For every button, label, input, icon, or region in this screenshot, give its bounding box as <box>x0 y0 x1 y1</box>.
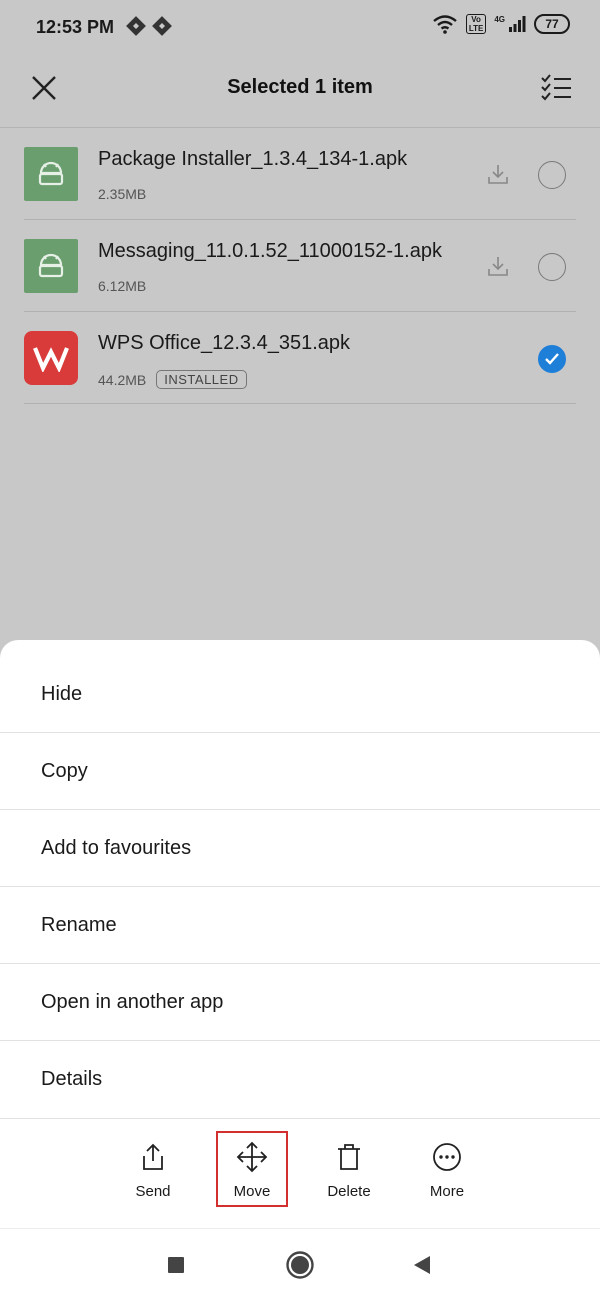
menu-item-add-to-favourites[interactable]: Add to favourites <box>0 810 600 887</box>
notification-icon <box>126 16 146 36</box>
status-badge: INSTALLED <box>156 370 247 389</box>
menu-item-label: Hide <box>41 683 83 705</box>
move-label: Move <box>233 1183 271 1200</box>
status-right-icons: Vo LTE 4G 77 <box>432 14 570 34</box>
checklist-icon <box>541 74 571 101</box>
status-bar: 12:53 PM Vo LTE 4G 77 <box>0 0 600 56</box>
home-button[interactable] <box>284 1249 316 1281</box>
install-button[interactable] <box>484 252 512 280</box>
back-button[interactable] <box>406 1249 438 1281</box>
send-label: Send <box>135 1183 171 1200</box>
file-name: Package Installer_1.3.4_134-1.apk <box>98 148 408 170</box>
file-meta: 6.12MB <box>98 278 146 294</box>
android-icon <box>24 147 78 201</box>
circle-icon <box>286 1251 314 1279</box>
menu-item-rename[interactable]: Rename <box>0 887 600 964</box>
recents-button[interactable] <box>160 1249 192 1281</box>
move-icon <box>236 1141 268 1173</box>
file-name: Messaging_11.0.1.52_11000152-1.apk <box>98 240 442 262</box>
share-icon <box>143 1143 163 1170</box>
menu-item-label: Open in another app <box>41 991 224 1013</box>
file-size: 2.35MB <box>98 186 147 202</box>
wps-office-icon <box>24 331 78 385</box>
signal-icon <box>509 16 526 32</box>
menu-item-details[interactable]: Details <box>0 1041 600 1118</box>
battery-level: 77 <box>545 17 559 31</box>
menu-item-label: Add to favourites <box>41 837 192 859</box>
row-divider <box>24 403 576 404</box>
delete-label: Delete <box>327 1183 371 1200</box>
menu-item-label: Copy <box>41 760 88 782</box>
network-type: 4G <box>494 15 505 24</box>
more-button[interactable]: More <box>412 1139 482 1200</box>
menu-item-copy[interactable]: Copy <box>0 733 600 810</box>
list-item[interactable]: Messaging_11.0.1.52_11000152-1.apk 6.12M… <box>0 220 600 312</box>
status-notification-icons <box>126 16 172 36</box>
move-button[interactable]: Move <box>217 1139 287 1200</box>
select-checkbox[interactable] <box>538 253 566 281</box>
notification-icon <box>152 16 172 36</box>
checkmark-icon <box>545 353 559 365</box>
trash-icon <box>338 1144 360 1170</box>
select-checkbox[interactable] <box>538 161 566 189</box>
wifi-icon <box>433 15 457 34</box>
selection-header: Selected 1 item <box>0 56 600 126</box>
action-menu: Hide Copy Add to favourites Rename Open … <box>0 656 600 1118</box>
install-button[interactable] <box>484 160 512 188</box>
menu-item-hide[interactable]: Hide <box>0 656 600 733</box>
android-icon <box>24 239 78 293</box>
file-name: WPS Office_12.3.4_351.apk <box>98 332 351 354</box>
file-meta: 2.35MB <box>98 186 146 202</box>
file-meta: 44.2MB INSTALLED <box>98 370 247 389</box>
send-button[interactable]: Send <box>118 1139 188 1200</box>
bottom-sheet: Hide Copy Add to favourites Rename Open … <box>0 640 600 1230</box>
battery-indicator: 77 <box>534 14 570 34</box>
menu-item-label: Rename <box>41 914 117 936</box>
file-size: 6.12MB <box>98 278 147 294</box>
file-size: 44.2MB <box>98 371 147 388</box>
status-time: 12:53 PM <box>36 17 115 37</box>
volte-badge: Vo LTE <box>465 14 487 34</box>
menu-item-label: Details <box>41 1068 103 1090</box>
select-checkbox[interactable] <box>538 345 566 373</box>
select-all-button[interactable] <box>538 70 574 106</box>
list-item[interactable]: Package Installer_1.3.4_134-1.apk 2.35MB <box>0 128 600 220</box>
delete-button[interactable]: Delete <box>314 1139 384 1200</box>
action-bar: Send Move Delete More <box>0 1118 600 1228</box>
system-nav-bar <box>0 1228 600 1300</box>
file-list: Package Installer_1.3.4_134-1.apk 2.35MB… <box>0 128 600 404</box>
more-label: More <box>429 1183 465 1200</box>
background-screen: 12:53 PM Vo LTE 4G 77 Selected 1 item Pa… <box>0 0 600 660</box>
more-icon <box>433 1143 461 1171</box>
back-icon <box>414 1256 430 1274</box>
page-title: Selected 1 item <box>227 76 373 98</box>
list-item[interactable]: WPS Office_12.3.4_351.apk 44.2MB INSTALL… <box>0 312 600 404</box>
download-icon <box>488 257 508 276</box>
download-icon <box>488 165 508 184</box>
menu-item-open-in-another-app[interactable]: Open in another app <box>0 964 600 1041</box>
square-icon <box>168 1257 184 1273</box>
signal-indicator: 4G <box>494 15 526 33</box>
